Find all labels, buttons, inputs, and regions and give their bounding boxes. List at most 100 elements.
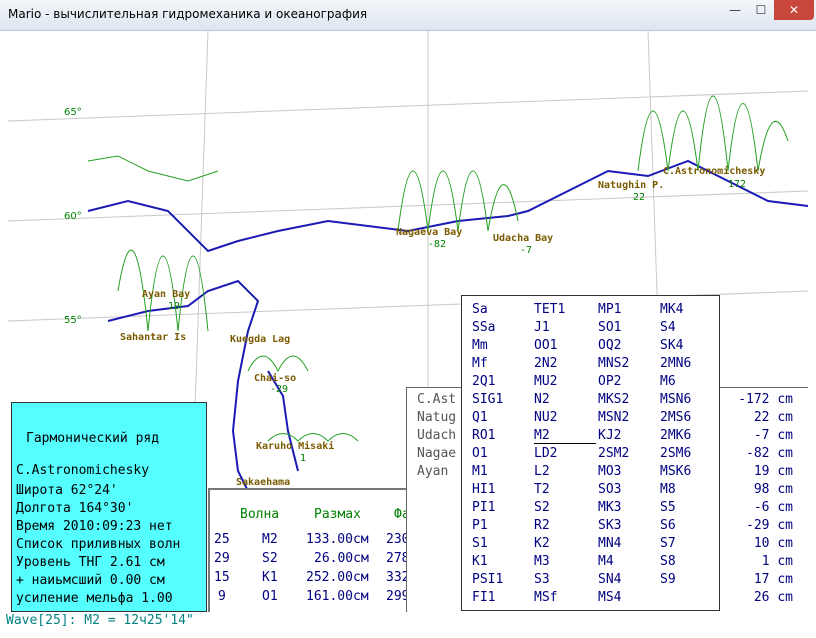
wave-menu-item[interactable]: MSf <box>534 590 596 605</box>
wave-menu-item[interactable]: TET1 <box>534 302 596 317</box>
lat-label-55: 55° <box>64 315 82 326</box>
wave-menu-item[interactable]: OQ2 <box>598 338 660 353</box>
wave-menu-item[interactable]: R2 <box>534 518 596 533</box>
wave-menu-item[interactable]: MN4 <box>598 536 660 551</box>
wave-menu-item[interactable]: 2Q1 <box>472 374 534 389</box>
wave-menu-item[interactable]: NU2 <box>534 410 596 425</box>
wave-menu-item[interactable]: FI1 <box>472 590 534 605</box>
wave-menu-item[interactable]: KJ2 <box>598 428 660 443</box>
wave-menu-item[interactable]: S7 <box>660 536 722 551</box>
wave-menu-item[interactable]: S1 <box>472 536 534 551</box>
wave-menu-item[interactable]: 2N2 <box>534 356 596 371</box>
wave-menu-item[interactable]: MSN6 <box>660 392 722 407</box>
wave-menu-item[interactable]: J1 <box>534 320 596 335</box>
station-value: -7 <box>520 245 533 256</box>
station-label[interactable]: Udacha Bay <box>493 233 553 244</box>
station-label[interactable]: C.Astronomichesky <box>663 166 765 177</box>
wave-menu-item[interactable]: PSI1 <box>472 572 534 587</box>
station-label[interactable]: Kuegda Lag <box>230 334 290 345</box>
info-lat: Широта 62°24' <box>16 483 118 498</box>
wave-menu-item[interactable]: SO1 <box>598 320 660 335</box>
wave-menu-item[interactable]: Q1 <box>472 410 534 425</box>
wave-menu-item[interactable]: MP1 <box>598 302 660 317</box>
wave-menu-item[interactable]: 2SM6 <box>660 446 722 461</box>
wave-menu-item[interactable]: 2SM2 <box>598 446 660 461</box>
wave-menu-item[interactable]: 2MN6 <box>660 356 722 371</box>
wave-menu-item[interactable]: K2 <box>534 536 596 551</box>
wave-menu-item[interactable]: LD2 <box>534 446 596 461</box>
wave-menu-item[interactable]: OO1 <box>534 338 596 353</box>
station-list-value: 22 cm <box>753 410 793 425</box>
wave-menu-item[interactable]: MO3 <box>598 464 660 479</box>
station-label[interactable]: Karuho Misaki <box>256 441 334 452</box>
lat-label-65: 65° <box>64 107 82 118</box>
wave-menu-item[interactable]: S4 <box>660 320 722 335</box>
station-list-name: Udach <box>417 428 457 443</box>
wave-menu-item[interactable]: SK3 <box>598 518 660 533</box>
wave-menu-item[interactable]: K1 <box>472 554 534 569</box>
station-label[interactable]: Ayan Bay <box>142 289 190 300</box>
wave-menu-item[interactable]: RO1 <box>472 428 534 443</box>
wave-menu-item[interactable]: M3 <box>534 554 596 569</box>
station-value: 1 <box>300 453 307 464</box>
wave-menu-item[interactable]: PI1 <box>472 500 534 515</box>
wave-menu-item[interactable]: MSK6 <box>660 464 722 479</box>
info-gain: усиление мельфа 1.00 <box>16 591 173 606</box>
wave-menu-item[interactable]: MU2 <box>534 374 596 389</box>
wave-menu-item[interactable]: S2 <box>534 500 596 515</box>
wave-menu-item[interactable]: SO3 <box>598 482 660 497</box>
station-label[interactable]: Nagaeva Bay <box>396 227 462 238</box>
station-list-value: -29 cm <box>746 518 793 533</box>
wave-menu-item[interactable]: 2MK6 <box>660 428 722 443</box>
wave-name: O1 <box>262 589 278 604</box>
station-label[interactable]: Sakaehama <box>236 477 290 488</box>
wave-menu-item[interactable]: L2 <box>534 464 596 479</box>
col-amplitude-header: Размах <box>314 507 361 522</box>
wave-menu-item[interactable]: S5 <box>660 500 722 515</box>
station-label[interactable]: Natughin P. <box>598 180 664 191</box>
wave-menu-item[interactable]: MNS2 <box>598 356 660 371</box>
wave-menu-item[interactable]: MK4 <box>660 302 722 317</box>
info-lowest: + наиьмсший 0.00 см <box>16 573 165 588</box>
wave-menu-item[interactable]: M6 <box>660 374 722 389</box>
wave-menu-item[interactable]: Mm <box>472 338 534 353</box>
wave-menu-item[interactable]: M2 <box>534 428 596 444</box>
station-list-value: 26 cm <box>753 590 793 605</box>
wave-menu-item[interactable]: S3 <box>534 572 596 587</box>
station-label[interactable]: Sahantar Is <box>120 332 186 343</box>
maximize-button[interactable]: ☐ <box>748 0 774 20</box>
wave-menu-item[interactable]: Sa <box>472 302 534 317</box>
river-green <box>87 155 219 182</box>
wave-menu-item[interactable]: SK4 <box>660 338 722 353</box>
wave-menu-item[interactable]: O1 <box>472 446 534 461</box>
wave-menu-item[interactable]: T2 <box>534 482 596 497</box>
wave-menu-item[interactable]: MSN2 <box>598 410 660 425</box>
app-window: Mario - вычислительная гидромеханика и о… <box>0 0 816 638</box>
station-label[interactable]: Chai-so <box>254 373 296 384</box>
wave-menu-item[interactable]: S6 <box>660 518 722 533</box>
wave-menu-item[interactable]: M1 <box>472 464 534 479</box>
wave-menu-item[interactable]: P1 <box>472 518 534 533</box>
wave-menu-item[interactable]: MK3 <box>598 500 660 515</box>
wave-menu-item[interactable]: SN4 <box>598 572 660 587</box>
wave-menu-item[interactable]: SIG1 <box>472 392 534 407</box>
wave-menu-item[interactable]: MS4 <box>598 590 660 605</box>
wave-menu-item[interactable]: 2MS6 <box>660 410 722 425</box>
wave-menu-item[interactable]: OP2 <box>598 374 660 389</box>
wave-menu-item[interactable]: M8 <box>660 482 722 497</box>
wave-menu-item[interactable]: N2 <box>534 392 596 407</box>
wave-menu-item[interactable]: S9 <box>660 572 722 587</box>
wave-menu-item[interactable]: HI1 <box>472 482 534 497</box>
map-canvas[interactable]: 65° 60° 55° C.Astronomichesky 172 Natugh… <box>8 31 808 612</box>
close-button[interactable]: ✕ <box>774 0 814 20</box>
wave-menu-item[interactable]: Mf <box>472 356 534 371</box>
wave-menu-item[interactable]: MKS2 <box>598 392 660 407</box>
wave-amplitude: 26.00см <box>314 551 369 566</box>
station-list-name: C.Ast <box>417 392 457 407</box>
wave-menu-item[interactable]: SSa <box>472 320 534 335</box>
wave-menu-item[interactable]: S8 <box>660 554 722 569</box>
minimize-button[interactable]: — <box>722 0 748 20</box>
wave-menu-item[interactable]: M4 <box>598 554 660 569</box>
station-list-value: 17 cm <box>753 572 793 587</box>
lat-label-60: 60° <box>64 211 82 222</box>
